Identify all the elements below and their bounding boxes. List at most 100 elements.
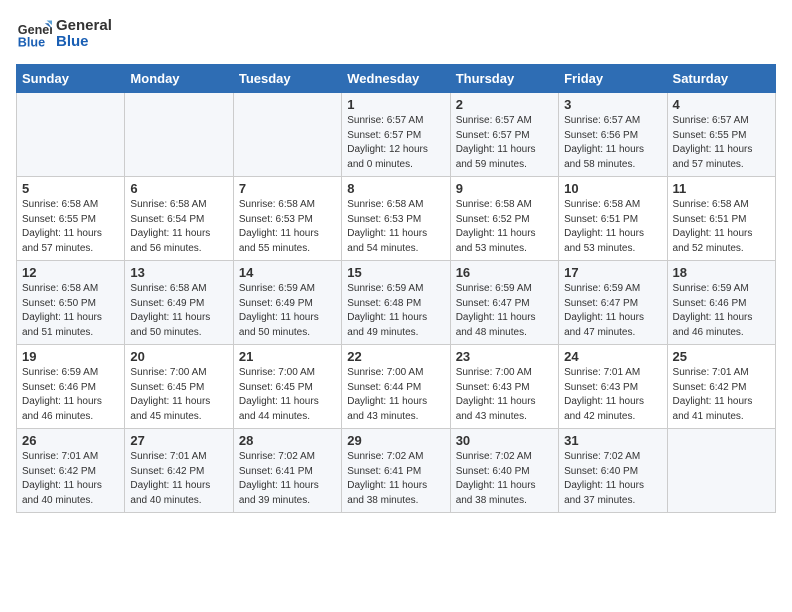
logo-blue-text: Blue bbox=[56, 34, 112, 51]
day-number: 24 bbox=[564, 349, 661, 364]
header-tuesday: Tuesday bbox=[233, 65, 341, 93]
day-cell: 24 Sunrise: 7:01 AM Sunset: 6:43 PM Dayli… bbox=[559, 345, 667, 429]
day-info: Sunrise: 6:59 AM Sunset: 6:47 PM Dayligh… bbox=[456, 282, 553, 340]
day-info: Sunrise: 6:58 AM Sunset: 6:49 PM Dayligh… bbox=[130, 282, 227, 340]
logo-icon: General Blue bbox=[16, 16, 52, 52]
day-info: Sunrise: 6:57 AM Sunset: 6:55 PM Dayligh… bbox=[673, 114, 770, 172]
day-info: Sunrise: 6:58 AM Sunset: 6:51 PM Dayligh… bbox=[673, 198, 770, 256]
day-cell: 22Sunrise: 7:00 AM Sunset: 6:44 PM Dayli… bbox=[342, 345, 450, 429]
day-cell: 29 Sunrise: 7:02 AM Sunset: 6:41 PM Dayli… bbox=[342, 429, 450, 513]
day-info: Sunrise: 6:59 AM Sunset: 6:46 PM Dayligh… bbox=[22, 366, 119, 424]
day-info: Sunrise: 6:58 AM Sunset: 6:55 PM Dayligh… bbox=[22, 198, 119, 256]
day-info: Sunrise: 7:02 AM Sunset: 6:40 PM Dayligh… bbox=[564, 450, 661, 508]
day-number: 25 bbox=[673, 349, 770, 364]
day-number: 26 bbox=[22, 433, 119, 448]
logo-general-text: General bbox=[56, 18, 112, 35]
day-info: Sunrise: 7:02 AM Sunset: 6:41 PM Dayligh… bbox=[239, 450, 336, 508]
day-info: Sunrise: 6:58 AM Sunset: 6:54 PM Dayligh… bbox=[130, 198, 227, 256]
day-cell: 26 Sunrise: 7:01 AM Sunset: 6:42 PM Dayli… bbox=[17, 429, 125, 513]
header-thursday: Thursday bbox=[450, 65, 558, 93]
header-wednesday: Wednesday bbox=[342, 65, 450, 93]
day-info: Sunrise: 6:58 AM Sunset: 6:53 PM Dayligh… bbox=[239, 198, 336, 256]
calendar-table: SundayMondayTuesdayWednesdayThursdayFrid… bbox=[16, 64, 776, 513]
day-cell: 19Sunrise: 6:59 AM Sunset: 6:46 PM Dayli… bbox=[17, 345, 125, 429]
week-row-5: 26 Sunrise: 7:01 AM Sunset: 6:42 PM Dayli… bbox=[17, 429, 776, 513]
day-cell: 31 Sunrise: 7:02 AM Sunset: 6:40 PM Dayli… bbox=[559, 429, 667, 513]
day-number: 29 bbox=[347, 433, 444, 448]
header-friday: Friday bbox=[559, 65, 667, 93]
day-info: Sunrise: 6:58 AM Sunset: 6:52 PM Dayligh… bbox=[456, 198, 553, 256]
day-info: Sunrise: 7:00 AM Sunset: 6:43 PM Dayligh… bbox=[456, 366, 553, 424]
day-cell: 30 Sunrise: 7:02 AM Sunset: 6:40 PM Dayli… bbox=[450, 429, 558, 513]
day-info: Sunrise: 7:02 AM Sunset: 6:40 PM Dayligh… bbox=[456, 450, 553, 508]
day-number: 16 bbox=[456, 265, 553, 280]
day-number: 21 bbox=[239, 349, 336, 364]
day-cell: 17 Sunrise: 6:59 AM Sunset: 6:47 PM Dayli… bbox=[559, 261, 667, 345]
header-monday: Monday bbox=[125, 65, 233, 93]
day-info: Sunrise: 6:58 AM Sunset: 6:53 PM Dayligh… bbox=[347, 198, 444, 256]
day-number: 4 bbox=[673, 97, 770, 112]
day-number: 2 bbox=[456, 97, 553, 112]
day-number: 17 bbox=[564, 265, 661, 280]
week-row-3: 12 Sunrise: 6:58 AM Sunset: 6:50 PM Dayli… bbox=[17, 261, 776, 345]
day-info: Sunrise: 6:57 AM Sunset: 6:57 PM Dayligh… bbox=[456, 114, 553, 172]
day-number: 27 bbox=[130, 433, 227, 448]
day-cell: 14Sunrise: 6:59 AM Sunset: 6:49 PM Dayli… bbox=[233, 261, 341, 345]
day-number: 7 bbox=[239, 181, 336, 196]
day-info: Sunrise: 7:00 AM Sunset: 6:44 PM Dayligh… bbox=[347, 366, 444, 424]
week-row-4: 19Sunrise: 6:59 AM Sunset: 6:46 PM Dayli… bbox=[17, 345, 776, 429]
day-number: 1 bbox=[347, 97, 444, 112]
day-info: Sunrise: 6:57 AM Sunset: 6:56 PM Dayligh… bbox=[564, 114, 661, 172]
svg-text:Blue: Blue bbox=[18, 36, 45, 50]
day-cell: 5Sunrise: 6:58 AM Sunset: 6:55 PM Daylig… bbox=[17, 177, 125, 261]
day-cell: 13 Sunrise: 6:58 AM Sunset: 6:49 PM Dayli… bbox=[125, 261, 233, 345]
day-cell: 2 Sunrise: 6:57 AM Sunset: 6:57 PM Daylig… bbox=[450, 93, 558, 177]
day-cell: 25 Sunrise: 7:01 AM Sunset: 6:42 PM Dayli… bbox=[667, 345, 775, 429]
day-number: 31 bbox=[564, 433, 661, 448]
day-cell: 11 Sunrise: 6:58 AM Sunset: 6:51 PM Dayli… bbox=[667, 177, 775, 261]
day-cell: 28 Sunrise: 7:02 AM Sunset: 6:41 PM Dayli… bbox=[233, 429, 341, 513]
day-number: 12 bbox=[22, 265, 119, 280]
day-number: 10 bbox=[564, 181, 661, 196]
day-info: Sunrise: 6:57 AM Sunset: 6:57 PM Dayligh… bbox=[347, 114, 444, 172]
day-cell: 20Sunrise: 7:00 AM Sunset: 6:45 PM Dayli… bbox=[125, 345, 233, 429]
day-number: 28 bbox=[239, 433, 336, 448]
day-cell bbox=[233, 93, 341, 177]
day-number: 11 bbox=[673, 181, 770, 196]
day-info: Sunrise: 7:01 AM Sunset: 6:42 PM Dayligh… bbox=[22, 450, 119, 508]
day-info: Sunrise: 7:01 AM Sunset: 6:42 PM Dayligh… bbox=[130, 450, 227, 508]
page-header: General Blue General Blue bbox=[16, 16, 776, 52]
day-info: Sunrise: 7:01 AM Sunset: 6:43 PM Dayligh… bbox=[564, 366, 661, 424]
day-cell: 12 Sunrise: 6:58 AM Sunset: 6:50 PM Dayli… bbox=[17, 261, 125, 345]
day-cell bbox=[667, 429, 775, 513]
week-row-1: 1 Sunrise: 6:57 AM Sunset: 6:57 PM Daylig… bbox=[17, 93, 776, 177]
day-info: Sunrise: 6:58 AM Sunset: 6:51 PM Dayligh… bbox=[564, 198, 661, 256]
day-cell: 21Sunrise: 7:00 AM Sunset: 6:45 PM Dayli… bbox=[233, 345, 341, 429]
day-cell: 23 Sunrise: 7:00 AM Sunset: 6:43 PM Dayli… bbox=[450, 345, 558, 429]
day-number: 14 bbox=[239, 265, 336, 280]
day-number: 20 bbox=[130, 349, 227, 364]
day-number: 9 bbox=[456, 181, 553, 196]
day-info: Sunrise: 6:59 AM Sunset: 6:48 PM Dayligh… bbox=[347, 282, 444, 340]
days-header-row: SundayMondayTuesdayWednesdayThursdayFrid… bbox=[17, 65, 776, 93]
day-cell: 3 Sunrise: 6:57 AM Sunset: 6:56 PM Daylig… bbox=[559, 93, 667, 177]
day-cell: 6 Sunrise: 6:58 AM Sunset: 6:54 PM Daylig… bbox=[125, 177, 233, 261]
day-cell: 27 Sunrise: 7:01 AM Sunset: 6:42 PM Dayli… bbox=[125, 429, 233, 513]
day-info: Sunrise: 7:01 AM Sunset: 6:42 PM Dayligh… bbox=[673, 366, 770, 424]
day-number: 3 bbox=[564, 97, 661, 112]
day-cell: 1 Sunrise: 6:57 AM Sunset: 6:57 PM Daylig… bbox=[342, 93, 450, 177]
day-info: Sunrise: 6:59 AM Sunset: 6:47 PM Dayligh… bbox=[564, 282, 661, 340]
day-cell: 16 Sunrise: 6:59 AM Sunset: 6:47 PM Dayli… bbox=[450, 261, 558, 345]
day-number: 6 bbox=[130, 181, 227, 196]
day-number: 23 bbox=[456, 349, 553, 364]
day-number: 13 bbox=[130, 265, 227, 280]
day-cell: 18Sunrise: 6:59 AM Sunset: 6:46 PM Dayli… bbox=[667, 261, 775, 345]
day-number: 30 bbox=[456, 433, 553, 448]
day-info: Sunrise: 7:02 AM Sunset: 6:41 PM Dayligh… bbox=[347, 450, 444, 508]
day-cell bbox=[125, 93, 233, 177]
header-saturday: Saturday bbox=[667, 65, 775, 93]
day-cell bbox=[17, 93, 125, 177]
day-info: Sunrise: 6:58 AM Sunset: 6:50 PM Dayligh… bbox=[22, 282, 119, 340]
day-cell: 8Sunrise: 6:58 AM Sunset: 6:53 PM Daylig… bbox=[342, 177, 450, 261]
day-cell: 7 Sunrise: 6:58 AM Sunset: 6:53 PM Daylig… bbox=[233, 177, 341, 261]
